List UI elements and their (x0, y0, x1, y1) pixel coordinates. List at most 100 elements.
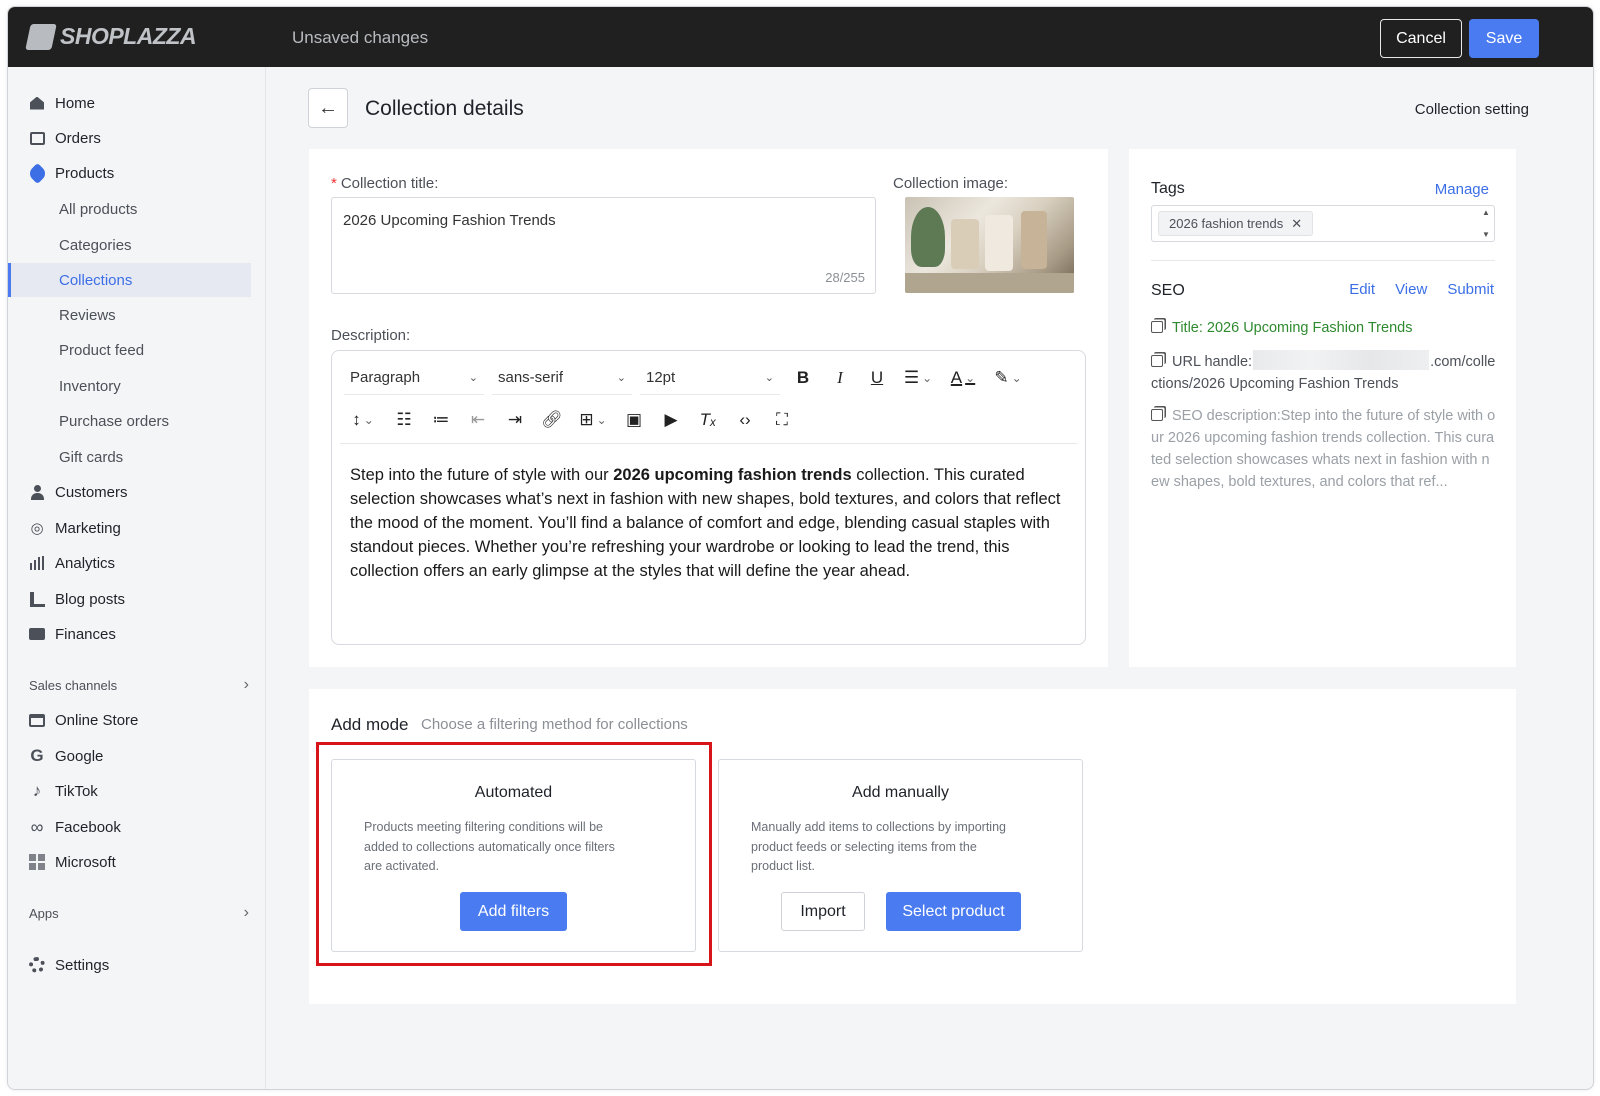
gear-icon (28, 956, 46, 974)
sidebar-item-tiktok[interactable]: ♪ TikTok (8, 774, 251, 808)
clear-format-icon[interactable]: Tₓ (693, 405, 723, 435)
sidebar-item-label: Analytics (55, 554, 116, 572)
tag-chip: 2026 fashion trends ✕ (1158, 211, 1314, 236)
tag-chip-label: 2026 fashion trends (1169, 216, 1284, 231)
sidebar-item-microsoft[interactable]: Microsoft (8, 845, 251, 879)
tags-scrollbar[interactable]: ▲ ▼ (1481, 208, 1491, 239)
divider (1151, 260, 1495, 261)
description-content[interactable]: Step into the future of style with our 2… (350, 463, 1070, 583)
sidebar-item-collections[interactable]: Collections (8, 263, 251, 297)
sidebar-item-customers[interactable]: Customers (8, 475, 251, 509)
sidebar-item-label: Reviews (59, 306, 116, 324)
image-icon[interactable]: ▣ (619, 405, 649, 435)
sidebar: Home Orders Products All products Catego… (8, 67, 266, 1089)
manage-tags-link[interactable]: Manage (1435, 181, 1489, 198)
sidebar-item-reviews[interactable]: Reviews (8, 298, 251, 332)
seo-description-value: SEO description:Step into the future of … (1151, 408, 1496, 490)
editor-toolbar-row-2: ↕ ☷ ≔ ⇤ ⇥ 🔗︎ ⊞ ▣ ▶ Tₓ ‹› ⛶ (344, 403, 804, 437)
fullscreen-icon[interactable]: ⛶ (767, 405, 797, 435)
seo-view-link[interactable]: View (1395, 281, 1427, 298)
sidebar-item-finances[interactable]: Finances (8, 617, 251, 651)
sidebar-item-marketing[interactable]: ◎ Marketing (8, 511, 251, 545)
cancel-button[interactable]: Cancel (1380, 19, 1462, 58)
code-icon[interactable]: ‹› (730, 405, 760, 435)
top-bar: SHOPLAZZA Unsaved changes Cancel Save (8, 7, 1593, 67)
sidebar-item-products[interactable]: Products (8, 156, 251, 190)
line-height-icon[interactable]: ↕ (344, 405, 382, 435)
copy-icon[interactable] (1151, 355, 1163, 367)
manual-description: Manually add items to collections by imp… (751, 820, 1006, 873)
sidebar-item-product-feed[interactable]: Product feed (8, 333, 251, 367)
sidebar-item-label: Google (55, 747, 104, 765)
sidebar-item-settings[interactable]: Settings (8, 948, 251, 982)
sidebar-item-label: Online Store (55, 711, 139, 729)
sidebar-item-google[interactable]: G Google (8, 739, 251, 773)
back-button[interactable]: ← (308, 88, 348, 128)
highlight-icon[interactable]: ✎ (989, 363, 1027, 393)
block-format-value: Paragraph (350, 369, 421, 386)
description-editor: Paragraph ⌄ sans-serif ⌄ 12pt ⌄ B I U ☰ A ✎… (331, 350, 1086, 645)
tags-seo-card: Tags Manage 2026 fashion trends ✕ ▲ ▼ SEO… (1129, 149, 1516, 667)
manual-heading: Add manually (852, 784, 949, 801)
seo-submit-link[interactable]: Submit (1447, 281, 1494, 298)
home-icon (28, 94, 46, 112)
copy-icon[interactable] (1151, 409, 1163, 421)
microsoft-icon (28, 853, 46, 871)
collection-setting-link[interactable]: Collection setting (1415, 101, 1529, 118)
sidebar-item-label: Blog posts (55, 590, 126, 608)
toolbar-divider (340, 443, 1077, 444)
meta-icon: ∞ (30, 816, 44, 837)
apps-header[interactable]: Apps › (29, 904, 249, 921)
sidebar-item-categories[interactable]: Categories (8, 228, 251, 262)
block-format-select[interactable]: Paragraph ⌄ (344, 361, 484, 395)
import-button[interactable]: Import (781, 892, 865, 931)
app-window: SHOPLAZZA Unsaved changes Cancel Save Ho… (7, 6, 1594, 1090)
sidebar-item-blog-posts[interactable]: Blog posts (8, 582, 251, 616)
redacted-domain (1253, 350, 1430, 370)
text-color-icon[interactable]: A (944, 363, 982, 393)
tiktok-icon: ♪ (32, 781, 42, 800)
underline-icon[interactable]: U (862, 363, 892, 393)
align-icon[interactable]: ☰ (899, 363, 937, 393)
sidebar-item-online-store[interactable]: Online Store (8, 703, 251, 737)
seo-title-row: Title: 2026 Upcoming Fashion Trends (1151, 317, 1496, 339)
unsaved-status: Unsaved changes (292, 28, 429, 47)
table-icon[interactable]: ⊞ (574, 405, 612, 435)
italic-icon[interactable]: I (825, 363, 855, 393)
outdent-icon[interactable]: ⇤ (463, 405, 493, 435)
font-family-select[interactable]: sans-serif ⌄ (492, 361, 632, 395)
tags-input[interactable]: 2026 fashion trends ✕ ▲ ▼ (1151, 205, 1495, 242)
numbered-list-icon[interactable]: ≔ (426, 405, 456, 435)
tags-title: Tags (1151, 180, 1185, 197)
sidebar-item-orders[interactable]: Orders (8, 121, 251, 155)
sidebar-item-all-products[interactable]: All products (8, 192, 251, 226)
collection-title-input[interactable]: 2026 Upcoming Fashion Trends 28/255 (331, 197, 876, 294)
sidebar-item-home[interactable]: Home (8, 86, 251, 120)
scroll-up-icon[interactable]: ▲ (1482, 208, 1490, 217)
add-filters-button[interactable]: Add filters (460, 892, 567, 931)
copy-icon[interactable] (1151, 321, 1163, 333)
sidebar-item-inventory[interactable]: Inventory (8, 369, 251, 403)
link-icon[interactable]: 🔗︎ (537, 405, 567, 435)
select-product-button[interactable]: Select product (886, 892, 1021, 931)
font-size-select[interactable]: 12pt ⌄ (640, 361, 780, 395)
collection-image[interactable] (905, 197, 1074, 293)
save-button[interactable]: Save (1469, 19, 1539, 58)
sidebar-item-gift-cards[interactable]: Gift cards (8, 440, 251, 474)
bullet-list-icon[interactable]: ☷ (389, 405, 419, 435)
indent-icon[interactable]: ⇥ (500, 405, 530, 435)
scroll-down-icon[interactable]: ▼ (1482, 230, 1490, 239)
sidebar-item-label: Gift cards (59, 448, 124, 466)
sidebar-item-purchase-orders[interactable]: Purchase orders (8, 404, 251, 438)
close-icon[interactable]: ✕ (1291, 216, 1302, 232)
sidebar-item-label: Product feed (59, 341, 145, 359)
sales-channels-header[interactable]: Sales channels › (29, 676, 249, 693)
font-family-value: sans-serif (498, 369, 564, 386)
automated-option[interactable]: Automated Products meeting filtering con… (331, 759, 696, 952)
video-icon[interactable]: ▶ (656, 405, 686, 435)
manual-option[interactable]: Add manually Manually add items to colle… (718, 759, 1083, 952)
sidebar-item-facebook[interactable]: ∞ Facebook (8, 810, 251, 844)
bold-icon[interactable]: B (788, 363, 818, 393)
sidebar-item-analytics[interactable]: Analytics (8, 546, 251, 580)
seo-edit-link[interactable]: Edit (1349, 281, 1375, 298)
